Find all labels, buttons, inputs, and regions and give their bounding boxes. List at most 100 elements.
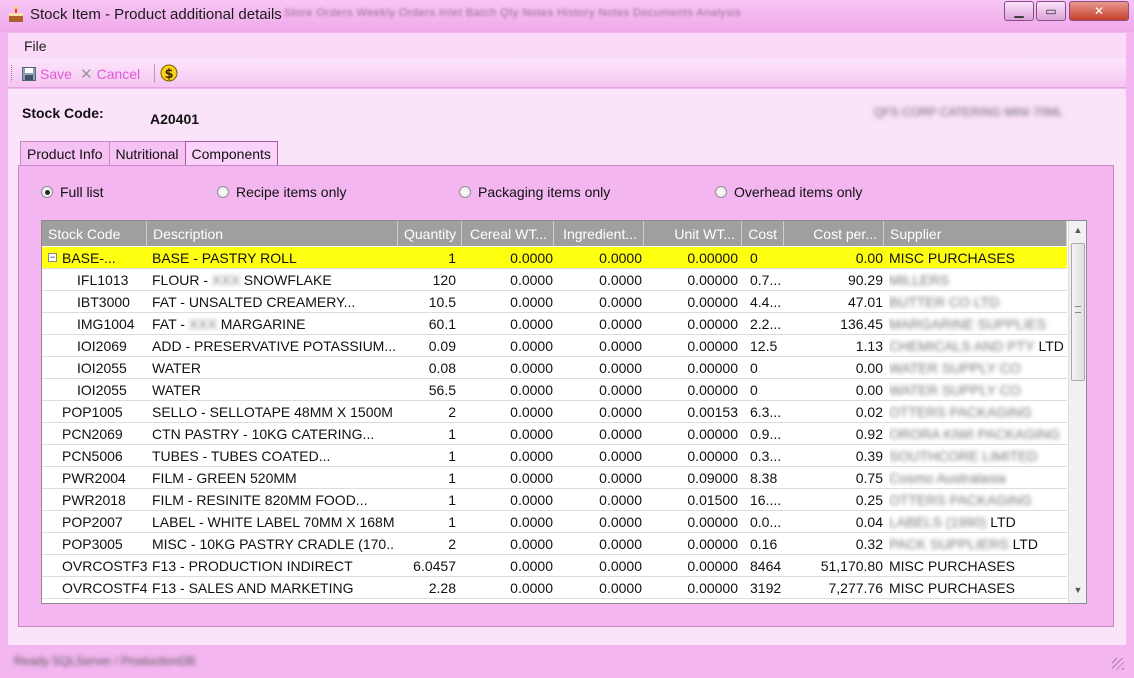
radio-dot [459,186,471,198]
svg-text:$: $ [164,67,173,82]
table-row[interactable]: IFL1013 FLOUR - XXX SNOWFLAKE 120 0.0000 0.0… [42,269,1067,291]
cell-qty: 1 [448,448,456,464]
cell-code: OVRCOSTF3 [62,558,147,574]
cell-supplier: MILLERS [889,272,1065,289]
maximize-button[interactable]: ▭ [1036,1,1066,21]
resize-grip-icon[interactable] [1112,658,1124,670]
cell-qty: 2 [448,536,456,552]
radio-dot [715,186,727,198]
col-cost-per[interactable]: Cost per... [784,221,884,246]
redacted-supplier: Cosmo Australasia [889,470,1006,486]
cell-ingr: 0.0000 [599,448,642,464]
cell-unit: 0.09000 [687,470,738,486]
table-row[interactable]: POP2007 LABEL - WHITE LABEL 70MM X 168MM 1… [42,511,1067,533]
save-label: Save [40,66,72,82]
col-quantity[interactable]: Quantity [398,221,462,246]
redacted-supplier: WATER SUPPLY CO [889,382,1021,398]
cell-cereal: 0.0000 [510,294,553,310]
tab-components[interactable]: Components [184,141,278,166]
cell-qty: 1 [448,426,456,442]
costing-dollar-icon[interactable]: $ [160,64,178,82]
table-row[interactable]: PCN2069 CTN PASTRY - 10KG CATERING... 1 0.0… [42,423,1067,445]
cell-code: POP3005 [62,536,123,552]
radio-overhead-items[interactable]: Overhead items only [715,184,862,200]
cancel-button[interactable]: ✕ Cancel [80,65,140,83]
radio-dot-checked [41,186,53,198]
cell-qty: 1 [448,470,456,486]
close-button[interactable]: ✕ [1069,1,1129,21]
redacted-supplier: BUTTER CO LTD [889,294,1000,310]
save-button[interactable]: Save [22,65,72,83]
cell-costper: 0.00 [855,360,883,376]
cell-ingr: 0.0000 [599,470,642,486]
cell-costper: 7,277.76 [828,580,884,596]
cell-cost: 8.38 [750,470,778,486]
table-row[interactable]: IBT3000 FAT - UNSALTED CREAMERY... 10.5 0.0… [42,291,1067,313]
menu-file[interactable]: File [24,38,47,54]
cell-unit: 0.00000 [687,558,738,574]
col-supplier[interactable]: Supplier [884,221,1067,246]
cell-ingr: 0.0000 [599,272,642,288]
table-row[interactable]: IOI2055 WATER 0.08 0.0000 0.0000 0.00000 0 0.00… [42,357,1067,379]
cell-qty: 0.08 [428,360,456,376]
cell-cost: 0 [750,250,758,266]
cell-ingr: 0.0000 [599,338,642,354]
collapse-toggle-icon[interactable]: − [48,253,57,262]
vertical-scrollbar[interactable]: ▲ ▼ [1068,221,1086,603]
cell-code: IBT3000 [77,294,130,310]
tab-product-info[interactable]: Product Info [20,141,110,165]
cell-costper: 136.45 [840,316,883,332]
radio-packaging-items[interactable]: Packaging items only [459,184,610,200]
cell-unit: 0.00000 [687,294,738,310]
cell-code: POP1005 [62,404,123,420]
table-row[interactable]: POP1005 SELLO - SELLOTAPE 48MM X 1500M 2 0.… [42,401,1067,423]
cell-desc: TUBES - TUBES COATED... [152,448,331,464]
cell-code: IFL1013 [77,272,129,288]
col-description[interactable]: Description [147,221,398,246]
cell-supplier: ORORA KIWI PACKAGING [889,426,1065,443]
cell-qty: 56.5 [428,382,456,398]
cell-unit: 0.00000 [687,536,738,552]
cancel-x-icon: ✕ [80,66,93,83]
cell-cost: 3192 [750,580,782,596]
cell-cost: 12.5 [750,338,778,354]
product-details-form: Stock Code: A20401 QFS CORP CATERING MIN… [8,89,1126,645]
radio-full-list[interactable]: Full list [41,184,104,200]
cell-code: PWR2004 [62,470,126,486]
table-row[interactable]: IMG1004 FAT - XXX MARGARINE 60.1 0.0000 0.00… [42,313,1067,335]
cell-desc: SELLO - SELLOTAPE 48MM X 1500M [152,404,393,420]
redacted-supplier: OTTERS PACKAGING [889,404,1032,420]
col-stock-code[interactable]: Stock Code [42,221,147,246]
cell-cereal: 0.0000 [510,338,553,354]
table-row[interactable]: IOI2069 ADD - PRESERVATIVE POTASSIUM... 0.… [42,335,1067,357]
table-row[interactable]: IOI2055 WATER 56.5 0.0000 0.0000 0.00000 0 0.00… [42,379,1067,401]
table-row[interactable]: PCN5006 TUBES - TUBES COATED... 1 0.0000 0.0… [42,445,1067,467]
cell-code: IOI2055 [77,382,127,398]
table-row[interactable]: POP3005 MISC - 10KG PASTRY CRADLE (170...… [42,533,1067,555]
col-unit-wt[interactable]: Unit WT... [644,221,742,246]
col-cereal-wt[interactable]: Cereal WT... [462,221,554,246]
col-cost[interactable]: Cost [742,221,784,246]
scroll-thumb[interactable] [1071,243,1085,381]
col-ingredient[interactable]: Ingredient... [554,221,644,246]
table-row[interactable]: PWR2018 FILM - RESINITE 820MM FOOD... 1 0.0… [42,489,1067,511]
tab-nutritional[interactable]: Nutritional [108,141,186,165]
scroll-up-arrow-icon[interactable]: ▲ [1071,225,1085,239]
minimize-button[interactable]: ▁ [1004,1,1034,21]
radio-recipe-items[interactable]: Recipe items only [217,184,347,200]
toolbar-grip[interactable] [11,65,14,82]
redacted-supplier: SOUTHCORE LIMITED [889,448,1038,464]
table-row[interactable]: − BASE-... BASE - PASTRY ROLL 1 0.0000 0.0000… [42,247,1067,269]
cell-desc: MISC - 10KG PASTRY CRADLE (170... [152,536,395,552]
cell-supplier: BUTTER CO LTD [889,294,1065,311]
cell-costper: 0.00 [855,250,883,266]
scroll-down-arrow-icon[interactable]: ▼ [1071,585,1085,599]
table-row[interactable]: PWR2004 FILM - GREEN 520MM 1 0.0000 0.0000 0.… [42,467,1067,489]
cell-code: POP2007 [62,514,123,530]
cell-costper: 0.39 [855,448,883,464]
table-row[interactable]: OVRCOSTF4 F13 - SALES AND MARKETING 2.28 0.… [42,577,1067,599]
cell-cost: 0.7... [750,272,782,288]
supplier-suffix: LTD [1038,338,1064,354]
table-row[interactable]: OVRCOSTF3 F13 - PRODUCTION INDIRECT 6.0457… [42,555,1067,577]
status-text: Ready SQLServer / ProductionDB [14,654,196,668]
